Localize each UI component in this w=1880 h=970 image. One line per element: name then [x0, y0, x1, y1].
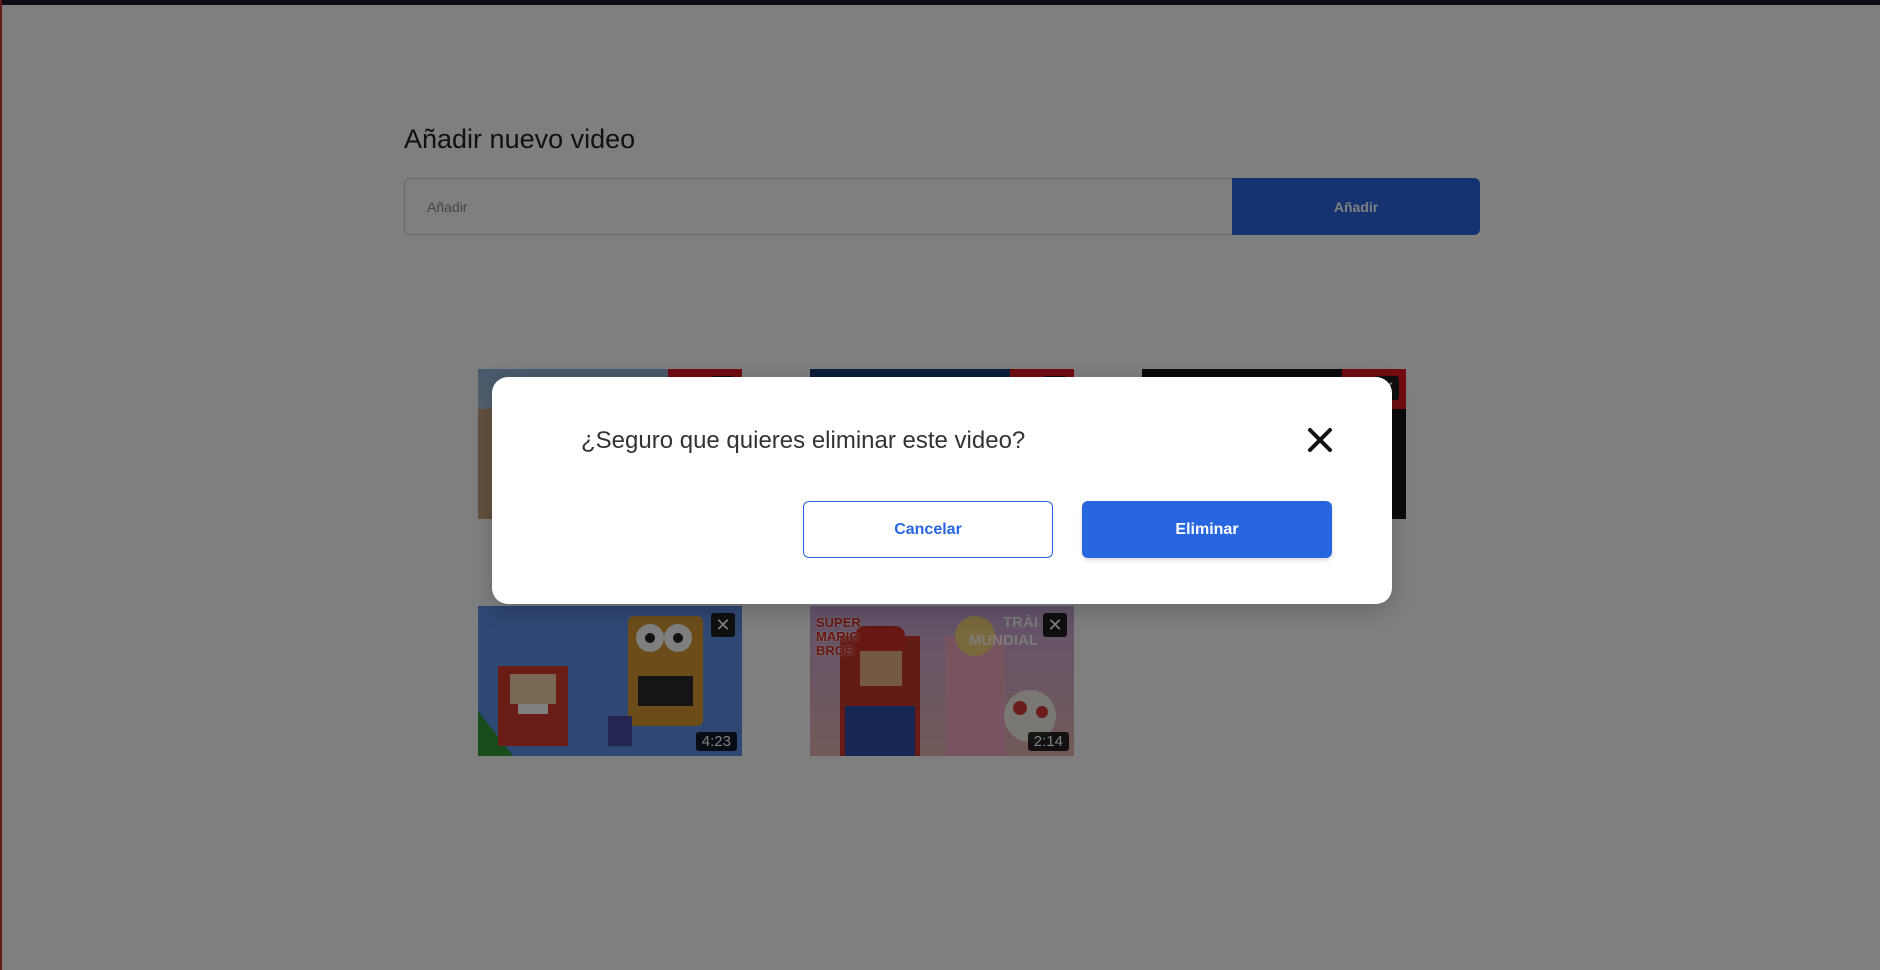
- cancel-button[interactable]: Cancelar: [803, 501, 1053, 558]
- close-icon[interactable]: [1304, 424, 1336, 456]
- delete-confirm-dialog: ¿Seguro que quieres eliminar este video?…: [492, 377, 1392, 604]
- dialog-question: ¿Seguro que quieres eliminar este video?: [581, 427, 1026, 454]
- confirm-delete-button[interactable]: Eliminar: [1082, 501, 1332, 558]
